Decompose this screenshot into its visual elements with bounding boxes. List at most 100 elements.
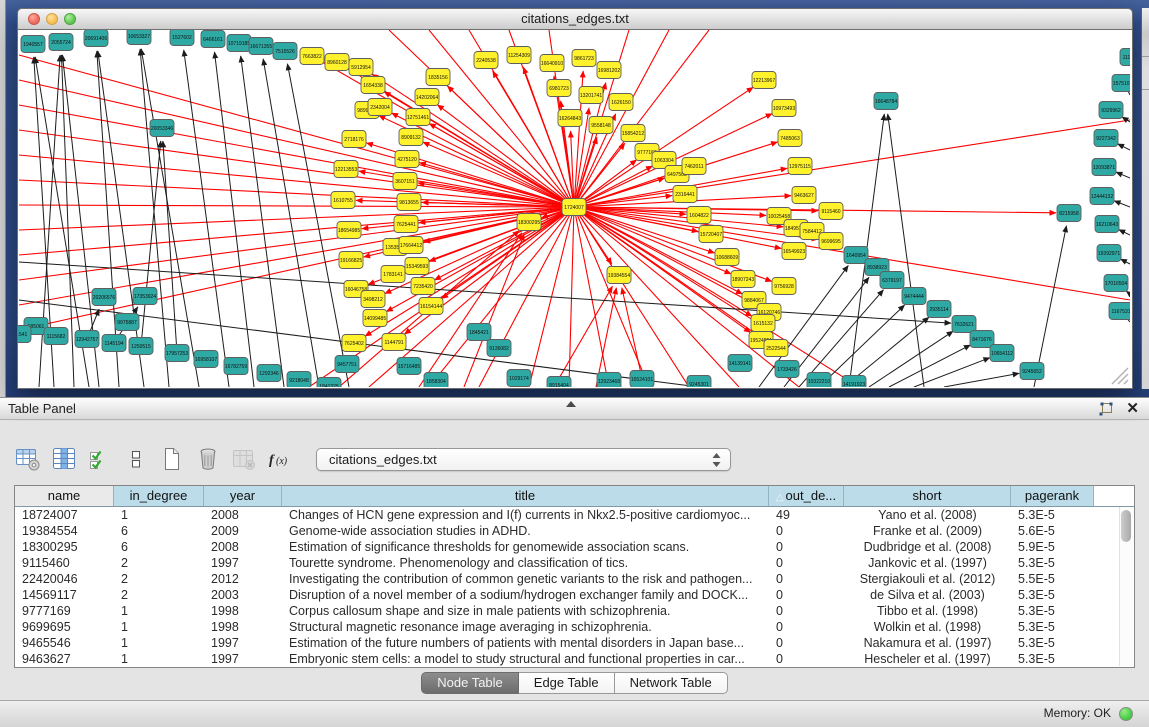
graph-node[interactable]: 7485063 [778, 130, 802, 147]
graph-node[interactable]: 19166825 [339, 252, 363, 269]
graph-node[interactable]: 7462011 [682, 158, 706, 175]
graph-node[interactable]: 17664412 [399, 237, 423, 254]
graph-node[interactable]: 19392971 [1097, 245, 1121, 262]
table-vertical-scrollbar[interactable] [1119, 507, 1133, 666]
column-header-short[interactable]: short [844, 486, 1011, 506]
graph-node[interactable]: 10654112 [990, 345, 1014, 362]
minimize-traffic-light[interactable] [46, 13, 58, 25]
graph-node[interactable]: 12444132 [1090, 188, 1114, 205]
close-traffic-light[interactable] [28, 13, 40, 25]
graph-node[interactable]: 391541 [18, 326, 31, 343]
graph-node[interactable]: 9136082 [487, 340, 511, 357]
graph-node[interactable]: 16154144 [419, 298, 443, 315]
graph-node[interactable]: 2316441 [673, 186, 697, 203]
graph-node[interactable]: 1733426 [775, 361, 799, 378]
function-icon[interactable]: f(x) [266, 445, 294, 473]
graph-node[interactable]: 14139141 [728, 355, 752, 372]
graph-node[interactable]: 5912954 [349, 59, 373, 76]
float-panel-icon[interactable] [1098, 402, 1114, 417]
graph-node[interactable]: 9699695 [819, 233, 843, 250]
table-row[interactable]: 911546021997Tourette syndrome. Phenomeno… [15, 555, 1134, 571]
graph-node[interactable]: 7625441 [394, 216, 418, 233]
graph-node[interactable]: 2522544 [764, 340, 788, 357]
graph-node[interactable]: 2718176 [342, 131, 366, 148]
graph-node[interactable]: 13201741 [579, 87, 603, 104]
graph-node[interactable]: 4275120 [395, 151, 419, 168]
graph-node[interactable]: 1112042 [1120, 49, 1130, 66]
graph-node[interactable]: 1292346 [257, 365, 281, 382]
graph-node[interactable]: 8960128 [325, 54, 349, 71]
import-table-icon[interactable] [230, 445, 258, 473]
graph-node[interactable]: 1604822 [687, 207, 711, 224]
column-header-name[interactable]: name [15, 486, 114, 506]
column-header-pagerank[interactable]: pagerank [1011, 486, 1094, 506]
graph-node[interactable]: 16958107 [194, 351, 218, 368]
graph-node[interactable]: 9115460 [819, 203, 843, 220]
column-header-title[interactable]: title [282, 486, 769, 506]
graph-node[interactable]: 1940557 [21, 36, 45, 53]
column-header-out_de[interactable]: △out_de... [769, 486, 844, 506]
graph-node[interactable]: 1841325 [317, 378, 341, 388]
table-row[interactable]: 969969511998Structural magnetic resonanc… [15, 619, 1134, 635]
graph-node[interactable]: 1724007 [562, 199, 586, 216]
graph-node[interactable]: 18654985 [337, 222, 361, 239]
graph-node[interactable]: 7625402 [342, 335, 366, 352]
graph-node[interactable]: 12923468 [597, 373, 621, 388]
graph-node[interactable]: 11254309 [507, 47, 531, 64]
graph-node[interactable]: 9558148 [589, 117, 613, 134]
graph-node[interactable]: 16648784 [874, 93, 898, 110]
graph-node[interactable]: 1527602 [170, 30, 194, 46]
graph-node[interactable]: 8215958 [1057, 205, 1081, 222]
graph-node[interactable]: 16524101 [630, 371, 654, 388]
graph-node[interactable]: 16671355 [249, 38, 273, 55]
graph-node[interactable]: 16549923 [782, 243, 806, 260]
resize-grip-icon[interactable] [1108, 364, 1130, 386]
graph-node[interactable]: 7663822 [300, 48, 324, 65]
graph-node[interactable]: 9813655 [397, 194, 421, 211]
graph-node[interactable]: 20053346 [150, 120, 174, 137]
graph-node[interactable]: 12213553 [334, 161, 358, 178]
graph-node[interactable]: 17016504 [1104, 275, 1128, 292]
graph-node[interactable]: 6466161 [201, 31, 225, 48]
graph-node[interactable]: 15349593 [405, 258, 429, 275]
graph-node[interactable]: 15720407 [699, 226, 723, 243]
graph-node[interactable]: 1144791 [382, 334, 406, 351]
graph-node[interactable]: 15716485 [397, 358, 421, 375]
graph-node[interactable]: 8915404 [547, 377, 571, 388]
graph-node[interactable]: 9861723 [572, 50, 596, 67]
graph-node[interactable]: 9463627 [792, 187, 816, 204]
memory-status-indicator[interactable] [1119, 707, 1133, 721]
column-header-year[interactable]: year [204, 486, 282, 506]
graph-node[interactable]: 17957253 [165, 345, 189, 362]
graph-node[interactable]: 12942757 [75, 331, 99, 348]
graph-node[interactable]: 16210643 [1095, 216, 1119, 233]
graph-node[interactable]: 18907243 [731, 271, 755, 288]
graph-node[interactable]: 1115682 [44, 328, 68, 345]
graph-node[interactable]: 2935114 [927, 301, 951, 318]
tab-edge-table[interactable]: Edge Table [519, 672, 615, 694]
graph-node[interactable]: 1640954 [844, 247, 868, 264]
graph-node[interactable]: 9227342 [1094, 130, 1118, 147]
graph-node[interactable]: 16264843 [558, 110, 582, 127]
graph-node[interactable]: 20206576 [92, 289, 116, 306]
table-row[interactable]: 2242004622012Investigating the contribut… [15, 571, 1134, 587]
table-row[interactable]: 1872400712008Changes of HCN gene express… [15, 507, 1134, 523]
graph-node[interactable]: 1654338 [361, 77, 385, 94]
new-table-icon[interactable] [158, 445, 186, 473]
select-rows-icon[interactable] [86, 445, 114, 473]
graph-node[interactable]: 12751461 [406, 109, 430, 126]
graph-node[interactable]: 1858304 [424, 373, 448, 388]
column-header-in_degree[interactable]: in_degree [114, 486, 204, 506]
graph-node[interactable]: 17353924 [133, 288, 157, 305]
delete-table-icon[interactable] [194, 445, 222, 473]
graph-node[interactable]: 6981723 [547, 80, 571, 97]
graph-node[interactable]: 2055724 [49, 34, 73, 51]
table-row[interactable]: 946554611997Estimation of the future num… [15, 635, 1134, 651]
graph-node[interactable]: 6379197 [880, 272, 904, 289]
graph-node[interactable]: 1783141 [381, 266, 405, 283]
graph-node[interactable]: 15854212 [621, 125, 645, 142]
graph-node[interactable]: 1167531 [1109, 303, 1130, 320]
graph-node[interactable]: 9245652 [1020, 363, 1044, 380]
graph-node[interactable]: 8471676 [970, 331, 994, 348]
graph-node[interactable]: 9218048 [287, 372, 311, 388]
